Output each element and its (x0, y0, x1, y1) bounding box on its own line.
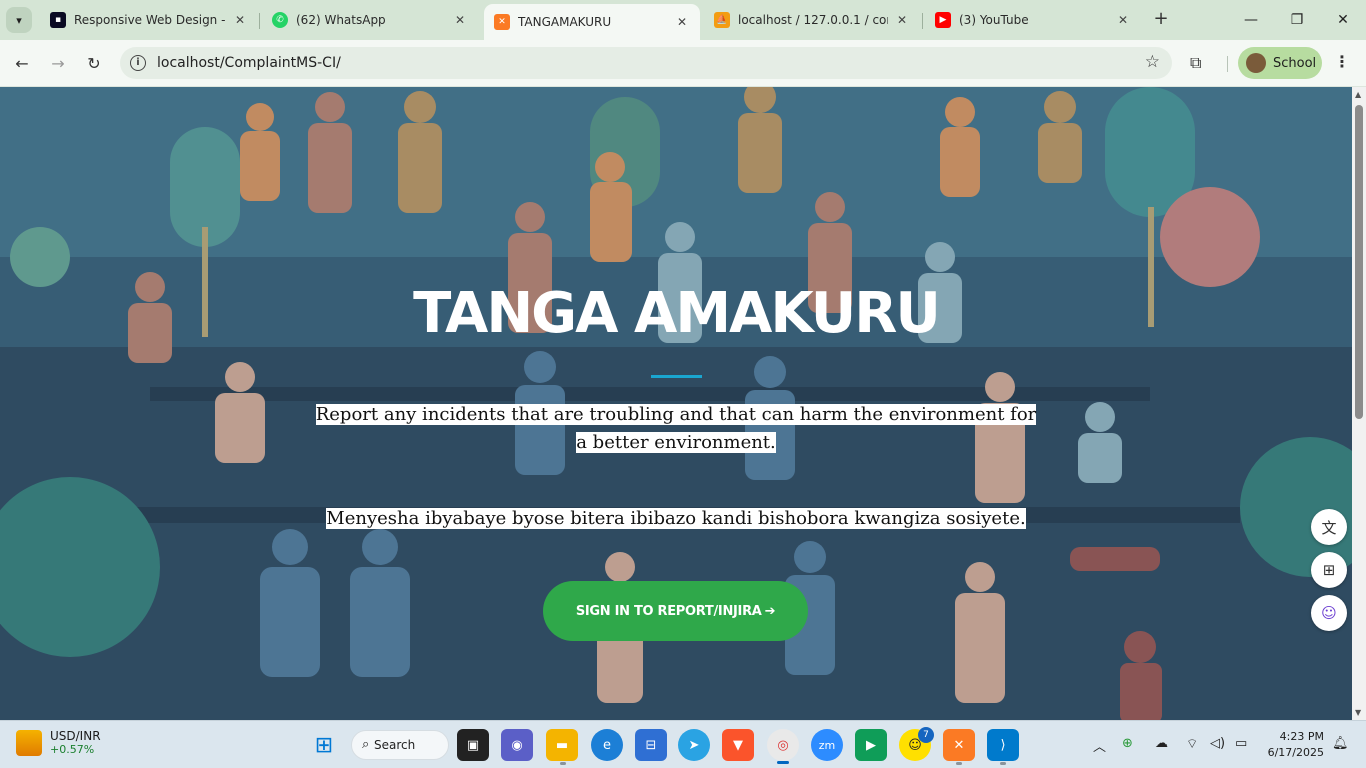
clock-time: 4:23 PM (1279, 730, 1324, 743)
close-icon[interactable]: ✕ (232, 13, 248, 27)
youtube-icon: ▶ (935, 12, 951, 28)
ticker-change: +0.57% (50, 743, 95, 756)
close-icon[interactable]: ✕ (1115, 13, 1131, 27)
battery-icon[interactable]: ▭ (1235, 736, 1247, 751)
close-icon[interactable]: ✕ (452, 13, 468, 27)
assistant-bot-icon[interactable]: ☺ (1311, 595, 1347, 631)
avatar (1246, 53, 1266, 73)
translate-icon[interactable]: 文 (1311, 509, 1347, 545)
new-tab-plus-icon[interactable]: + (1150, 9, 1172, 31)
notifications-bell-icon[interactable]: 🔔︎ (1332, 736, 1349, 751)
tab-title: TANGAMAKURU (518, 15, 612, 29)
extensions-puzzle-icon[interactable]: ⧉ (1190, 53, 1201, 73)
running-indicator (1000, 762, 1006, 765)
ticker-name: USD/INR (50, 729, 101, 743)
description-kinyarwanda: Menyesha ibyabaye byose bitera ibibazo k… (0, 505, 1352, 533)
windows-taskbar: USD/INR +0.57% ⊞ ⌕ Search ▣ ◉ ▬ e ⊟ ➤ ▼ … (0, 720, 1366, 768)
vscode-icon[interactable]: ⟩ (987, 729, 1019, 761)
profile-button[interactable]: School (1238, 47, 1322, 79)
sign-in-button[interactable]: SIGN IN TO REPORT/INJIRA ➔ (543, 581, 808, 641)
tab-responsive-web-design[interactable]: ▪ Responsive Web Design - Re ✕ (40, 5, 258, 35)
description-english: Report any incidents that are troubling … (0, 401, 1352, 457)
bookmark-star-icon[interactable]: ☆ (1145, 52, 1160, 72)
toolbar-divider (1227, 56, 1228, 72)
taskbar-search[interactable]: ⌕ Search (351, 730, 449, 760)
xampp-icon[interactable]: ✕ (943, 729, 975, 761)
microsoft-store-icon[interactable]: ⊟ (635, 729, 667, 761)
notification-badge: 7 (918, 727, 934, 743)
tab-whatsapp[interactable]: ✆ (62) WhatsApp ✕ (262, 5, 478, 35)
title-underline (651, 375, 702, 378)
upwork-tray-icon[interactable]: ⊕ (1122, 736, 1133, 751)
onedrive-cloud-icon[interactable]: ☁ (1155, 736, 1168, 751)
windows-start-icon[interactable]: ⊞ (308, 729, 340, 761)
google-meet-icon[interactable]: ▶ (855, 729, 887, 761)
tab-title: Responsive Web Design - Re (74, 13, 226, 27)
xampp-icon: ✕ (494, 14, 510, 30)
search-icon: ⌕ (362, 737, 370, 752)
edge-icon[interactable]: e (591, 729, 623, 761)
address-url[interactable]: localhost/ComplaintMS-CI/ (157, 55, 341, 71)
tab-tangamakuru[interactable]: ✕ TANGAMAKURU ✕ (484, 4, 700, 40)
teams-icon[interactable]: ◉ (501, 729, 533, 761)
apps-grid-icon[interactable]: ⊞ (1311, 552, 1347, 588)
show-hidden-icons-chevron-icon[interactable]: ︿ (1093, 736, 1106, 755)
profile-name: School (1273, 55, 1317, 71)
hero-section: TANGA AMAKURU Report any incidents that … (0, 87, 1352, 720)
wifi-icon[interactable]: ⌔ (1186, 736, 1198, 752)
reload-icon[interactable]: ↻ (80, 50, 108, 78)
tab-phpmyadmin[interactable]: ⛵ localhost / 127.0.0.1 / compl ✕ (704, 5, 920, 35)
kebab-menu-icon[interactable]: ⋮ (1334, 52, 1350, 71)
page-scrollbar[interactable]: ▲ ▼ (1352, 87, 1366, 720)
search-label: Search (374, 738, 416, 752)
description-kinyarwanda-text: Menyesha ibyabaye byose bitera ibibazo k… (326, 508, 1026, 529)
tab-divider (259, 13, 260, 29)
system-clock[interactable]: 4:23 PM 6/17/2025 (1262, 729, 1324, 761)
browser-toolbar: ← → ↻ i localhost/ComplaintMS-CI/ ☆ ⧉ Sc… (0, 40, 1366, 87)
address-bar[interactable]: i localhost/ComplaintMS-CI/ ☆ (120, 47, 1172, 79)
task-view-icon[interactable]: ▣ (457, 729, 489, 761)
scroll-down-arrow-icon[interactable]: ▼ (1355, 708, 1361, 717)
chrome-icon[interactable]: ◎ (767, 729, 799, 761)
tab-title: localhost / 127.0.0.1 / compl (738, 13, 888, 27)
site-info-icon[interactable]: i (130, 55, 146, 71)
file-explorer-icon[interactable]: ▬ (546, 729, 578, 761)
currency-ticker-icon (16, 729, 42, 756)
tab-title: (3) YouTube (959, 13, 1029, 27)
tab-youtube[interactable]: ▶ (3) YouTube ✕ (925, 5, 1141, 35)
restore-icon[interactable]: ❐ (1274, 6, 1320, 34)
scroll-thumb[interactable] (1355, 105, 1363, 419)
phpmyadmin-icon: ⛵ (714, 12, 730, 28)
running-indicator (956, 762, 962, 765)
active-indicator (777, 761, 789, 764)
zoom-icon[interactable]: zm (811, 729, 843, 761)
close-icon[interactable]: ✕ (894, 13, 910, 27)
forward-arrow-icon[interactable]: → (44, 50, 72, 78)
telegram-icon[interactable]: ➤ (678, 729, 710, 761)
description-english-text: Report any incidents that are troubling … (315, 404, 1037, 453)
tab-search-chevron-icon[interactable]: ▾ (6, 7, 32, 33)
close-icon[interactable]: ✕ (674, 15, 690, 29)
back-arrow-icon[interactable]: ← (8, 50, 36, 78)
freecodecamp-icon: ▪ (50, 12, 66, 28)
running-indicator (560, 762, 566, 765)
ticker-widget[interactable]: USD/INR +0.57% (16, 729, 101, 756)
minimize-icon[interactable]: — (1228, 6, 1274, 34)
sign-in-button-label: SIGN IN TO REPORT/INJIRA (575, 603, 762, 619)
volume-icon[interactable]: ◁) (1210, 736, 1225, 751)
page-title: TANGA AMAKURU (413, 281, 941, 346)
window-close-icon[interactable]: ✕ (1320, 6, 1366, 34)
tab-strip: ▾ ▪ Responsive Web Design - Re ✕ ✆ (62) … (0, 0, 1366, 40)
whatsapp-icon: ✆ (272, 12, 288, 28)
brave-icon[interactable]: ▼ (722, 729, 754, 761)
scroll-up-arrow-icon[interactable]: ▲ (1355, 90, 1361, 99)
clock-date: 6/17/2025 (1267, 746, 1324, 759)
sign-in-arrow-icon: ➔ (764, 603, 776, 619)
tab-divider (922, 13, 923, 29)
tab-title: (62) WhatsApp (296, 13, 386, 27)
